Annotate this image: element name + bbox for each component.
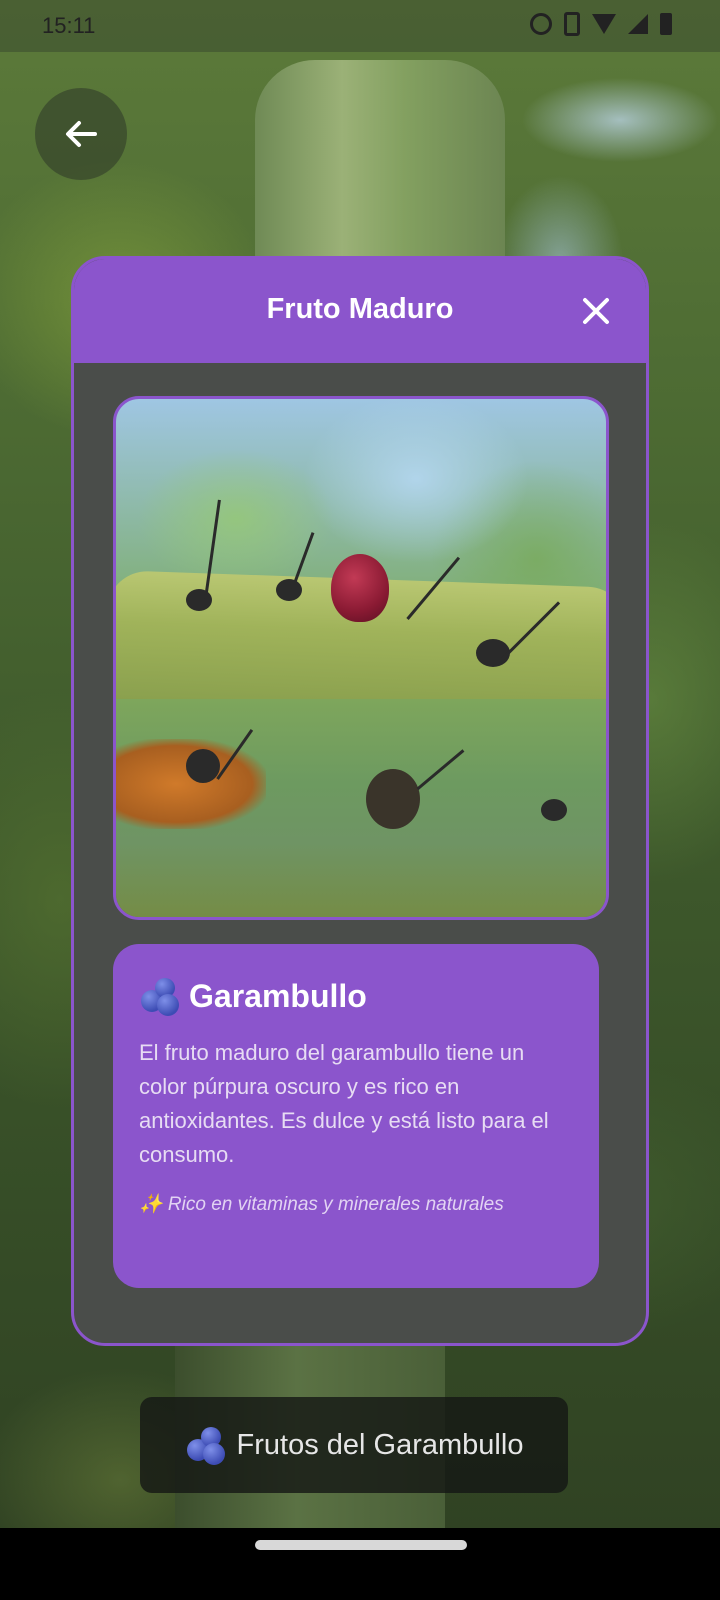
banner-label: Frutos del Garambullo (236, 1428, 524, 1461)
back-button[interactable] (35, 88, 127, 180)
fruit-description: El fruto maduro del garambullo tiene un … (139, 1040, 549, 1167)
frutos-banner[interactable]: Frutos del Garambullo (140, 1397, 568, 1493)
alarm-icon (530, 13, 552, 35)
fruit-info-card: Garambullo El fruto maduro del garambull… (113, 944, 599, 1288)
vibrate-icon (564, 12, 580, 36)
signal-icon (628, 14, 648, 34)
blueberries-icon (185, 1425, 225, 1465)
status-bar: 15:11 (0, 0, 720, 52)
blueberries-icon (139, 976, 179, 1016)
fruit-detail-dialog: Fruto Maduro Garambullo El fruto maduro … (71, 256, 649, 1346)
wifi-icon (592, 14, 616, 34)
close-icon (583, 298, 609, 324)
dialog-header: Fruto Maduro (74, 259, 646, 363)
dialog-title: Fruto Maduro (266, 293, 454, 325)
fruit-photo (113, 396, 609, 920)
fruit-note: ✨ Rico en vitaminas y minerales naturale… (139, 1194, 504, 1215)
ripe-fruit (331, 554, 389, 622)
status-icons (530, 12, 672, 36)
arrow-left-icon (66, 121, 97, 147)
navigation-bar (0, 1528, 720, 1600)
background-cactus (255, 60, 505, 280)
info-title-row: Garambullo (139, 976, 367, 1016)
status-time: 15:11 (42, 13, 96, 38)
close-button[interactable] (578, 293, 614, 329)
battery-icon (660, 13, 672, 35)
home-gesture-handle[interactable] (255, 1540, 467, 1550)
fruit-name: Garambullo (189, 977, 367, 1014)
